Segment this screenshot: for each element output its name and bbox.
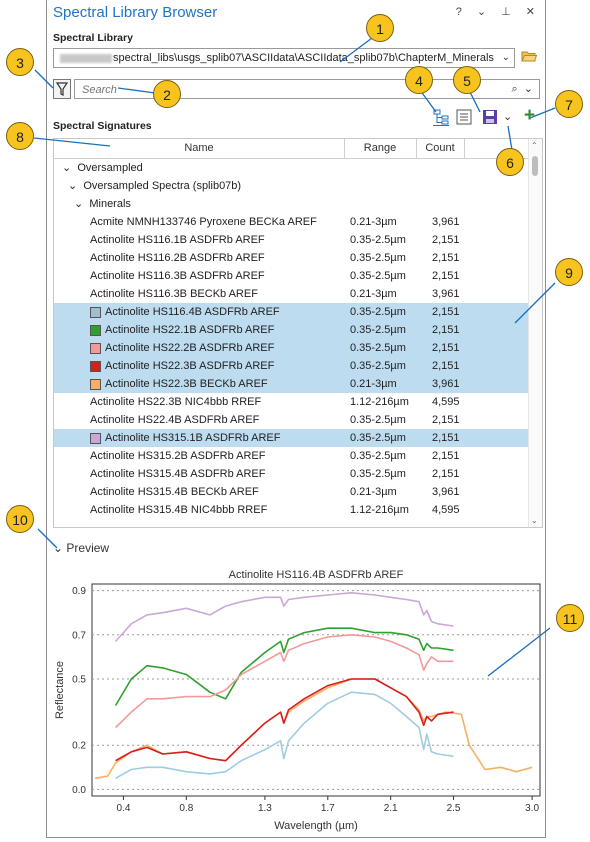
callout-11: 11 [556, 604, 584, 632]
callout-5: 5 [453, 66, 481, 94]
callout-7: 7 [555, 90, 583, 118]
callout-4: 4 [405, 66, 433, 94]
callout-6: 6 [496, 148, 524, 176]
callout-9: 9 [555, 258, 583, 286]
callout-leader-lines [33, 37, 556, 677]
callout-1: 1 [366, 14, 394, 42]
callout-2: 2 [153, 80, 181, 108]
callout-10: 10 [6, 505, 34, 533]
callout-3: 3 [6, 48, 34, 76]
callout-8: 8 [6, 122, 34, 150]
